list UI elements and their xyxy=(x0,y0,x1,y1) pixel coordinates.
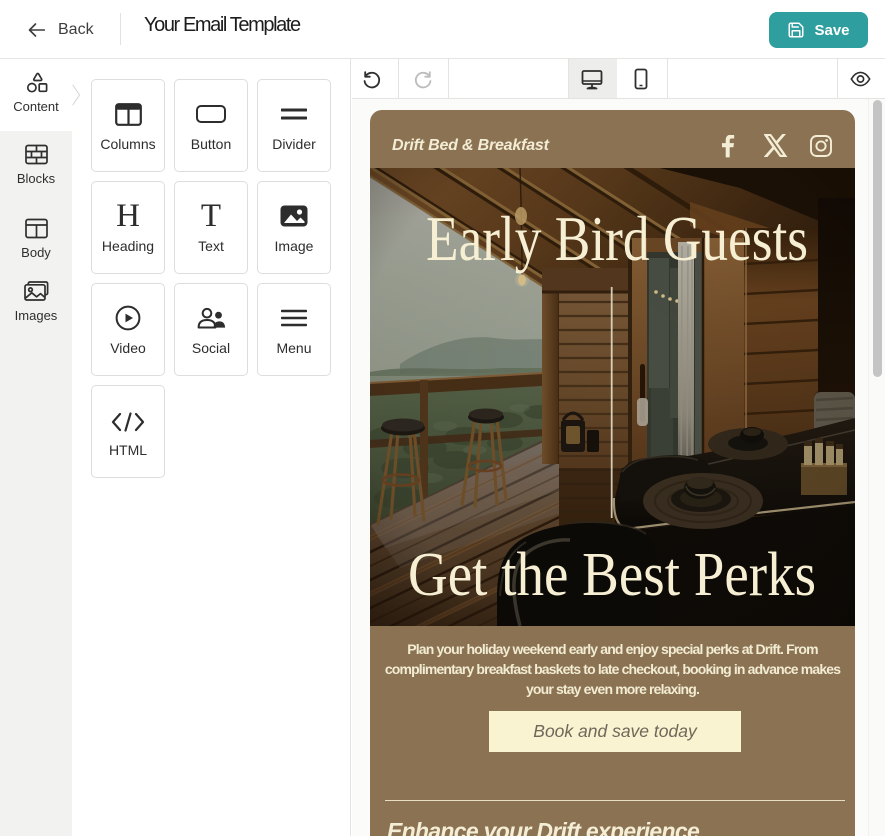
svg-text:Early Bird Guests: Early Bird Guests xyxy=(426,203,808,273)
svg-text:Get the Best Perks: Get the Best Perks xyxy=(408,540,816,609)
